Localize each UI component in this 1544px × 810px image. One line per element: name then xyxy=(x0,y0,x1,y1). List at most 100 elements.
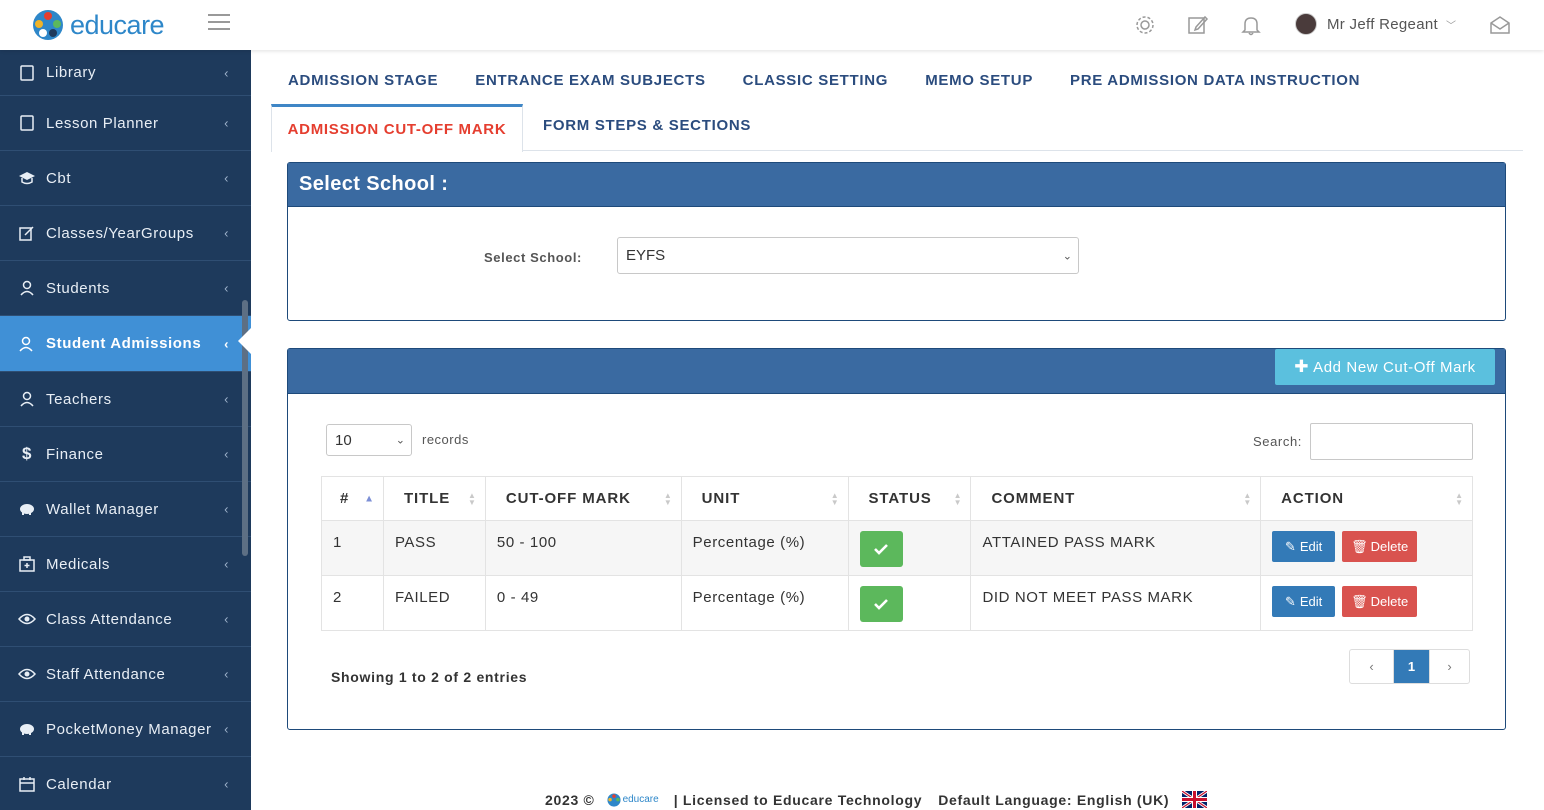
cell-comment: DID NOT MEET PASS MARK xyxy=(970,575,1262,631)
edit-button[interactable]: ✎ Edit xyxy=(1272,586,1336,617)
cell-action: ✎ Edit 🗑 Delete xyxy=(1260,575,1473,631)
chevron-down-icon: ⌄ xyxy=(395,434,405,447)
page-size-select[interactable]: 10 ⌄ xyxy=(326,424,412,456)
footer-license: | Licensed to Educare Technology xyxy=(673,791,923,808)
compose-icon[interactable] xyxy=(1187,14,1209,36)
sidebar-item-wallet-manager[interactable]: Wallet Manager ‹ xyxy=(0,482,251,537)
cell-status xyxy=(847,575,972,631)
inbox-envelope-icon[interactable] xyxy=(1489,14,1511,36)
notifications-bell-icon[interactable] xyxy=(1240,14,1262,36)
status-toggle-button[interactable] xyxy=(859,586,903,622)
sidebar-item-staff-attendance[interactable]: Staff Attendance ‹ xyxy=(0,647,251,702)
tab-admission-stage[interactable]: ADMISSION STAGE xyxy=(288,72,438,89)
sidebar-item-label: Medicals xyxy=(46,555,110,573)
book-icon xyxy=(17,113,37,133)
sidebar-item-library[interactable]: Library ‹ xyxy=(0,50,251,96)
sidebar-item-medicals[interactable]: Medicals ‹ xyxy=(0,537,251,592)
tab-form-steps-sections[interactable]: FORM STEPS & SECTIONS xyxy=(543,117,751,134)
cell-number: 2 xyxy=(321,575,384,631)
chevron-down-icon: ⌄ xyxy=(1062,250,1072,262)
sidebar-item-finance[interactable]: $ Finance ‹ xyxy=(0,427,251,482)
sidebar-item-student-admissions[interactable]: Student Admissions ‹ xyxy=(0,316,251,372)
school-select[interactable]: EYFS ⌄ xyxy=(617,237,1079,274)
tab-pre-admission-data-instruction[interactable]: PRE ADMISSION DATA INSTRUCTION xyxy=(1070,72,1360,89)
check-icon xyxy=(874,599,888,610)
edit-button[interactable]: ✎ Edit xyxy=(1272,531,1336,562)
eye-icon xyxy=(17,664,37,684)
sidebar-item-label: Finance xyxy=(46,445,104,463)
user-icon xyxy=(17,278,37,298)
cell-comment: ATTAINED PASS MARK xyxy=(970,520,1262,576)
uk-flag-icon[interactable] xyxy=(1181,789,1209,810)
top-header: educare Mr Jeff Regeant ﹀ xyxy=(0,0,1544,50)
footer: 2023 © educare | Licensed to Educare Tec… xyxy=(545,789,1209,810)
delete-button[interactable]: 🗑 Delete xyxy=(1342,531,1418,562)
pagination-prev[interactable]: ‹ xyxy=(1350,650,1393,683)
sidebar-item-lesson-planner[interactable]: Lesson Planner ‹ xyxy=(0,96,251,151)
chevron-left-icon: ‹ xyxy=(224,115,229,131)
settings-gear-icon[interactable] xyxy=(1134,14,1156,36)
sidebar-item-calendar[interactable]: Calendar ‹ xyxy=(0,757,251,810)
add-cutoff-mark-button[interactable]: ✚ Add New Cut-Off Mark xyxy=(1275,349,1495,385)
cell-cutoff-mark: 50 - 100 xyxy=(484,520,682,576)
sidebar-item-teachers[interactable]: Teachers ‹ xyxy=(0,372,251,427)
sidebar-item-label: PocketMoney Manager xyxy=(46,720,212,738)
column-header-number[interactable]: # ▲ xyxy=(321,476,384,521)
sidebar-item-label: Students xyxy=(46,279,111,297)
footer-year: 2023 © xyxy=(545,791,595,808)
column-header-unit[interactable]: UNIT ▲ ▼ xyxy=(680,476,849,521)
sidebar-item-classes[interactable]: Classes/YearGroups ‹ xyxy=(0,206,251,261)
sidebar: Library ‹ Lesson Planner ‹ Cbt ‹ Classes… xyxy=(0,50,251,810)
status-toggle-button[interactable] xyxy=(859,531,903,567)
sidebar-item-label: Wallet Manager xyxy=(46,500,159,518)
column-header-action[interactable]: ACTION ▲ ▼ xyxy=(1260,476,1473,521)
educare-logo-icon xyxy=(32,9,64,41)
chevron-left-icon: ‹ xyxy=(224,280,229,296)
footer-logo: educare xyxy=(607,792,659,807)
edit-icon: ✎ xyxy=(1284,538,1296,554)
chevron-down-icon: ﹀ xyxy=(1445,20,1457,32)
column-header-comment[interactable]: COMMENT ▲ ▼ xyxy=(970,476,1262,521)
tab-admission-cut-off-mark[interactable]: ADMISSION CUT-OFF MARK xyxy=(271,104,523,152)
tab-memo-setup[interactable]: MEMO SETUP xyxy=(925,72,1033,89)
sort-icon: ▲ ▼ xyxy=(953,490,963,507)
tab-classic-setting[interactable]: CLASSIC SETTING xyxy=(743,72,889,89)
cell-unit: Percentage (%) xyxy=(680,520,849,576)
chevron-left-icon: ‹ xyxy=(224,501,229,517)
chevron-left-icon: ‹ xyxy=(224,65,229,80)
sidebar-item-pocketmoney-manager[interactable]: PocketMoney Manager ‹ xyxy=(0,702,251,757)
sidebar-item-class-attendance[interactable]: Class Attendance ‹ xyxy=(0,592,251,647)
check-icon xyxy=(874,544,888,555)
delete-button[interactable]: 🗑 Delete xyxy=(1342,586,1418,617)
sort-icon: ▲ ▼ xyxy=(468,490,477,507)
tab-entrance-exam-subjects[interactable]: ENTRANCE EXAM SUBJECTS xyxy=(475,72,705,89)
column-header-title[interactable]: TITLE ▲ ▼ xyxy=(382,476,486,521)
search-input[interactable] xyxy=(1310,423,1473,460)
sidebar-item-cbt[interactable]: Cbt ‹ xyxy=(0,151,251,206)
book-icon xyxy=(17,63,37,83)
app-logo[interactable]: educare xyxy=(32,9,165,41)
table-header-row: # ▲ TITLE ▲ ▼ CUT-OFF MARK ▲ ▼ UNIT ▲ ▼ STA… xyxy=(321,476,1473,521)
panel-title: Select School : xyxy=(288,163,1505,207)
pagination-page-1[interactable]: 1 xyxy=(1393,650,1429,683)
sidebar-item-label: Calendar xyxy=(46,775,112,793)
user-menu[interactable]: Mr Jeff Regeant ﹀ xyxy=(1295,13,1456,35)
sidebar-item-label: Library xyxy=(46,64,97,81)
sidebar-item-students[interactable]: Students ‹ xyxy=(0,261,251,316)
school-select-value: EYFS xyxy=(626,247,666,264)
medical-kit-icon xyxy=(17,554,37,574)
sort-icon: ▲ ▼ xyxy=(1455,490,1464,507)
pagination-next[interactable]: › xyxy=(1429,650,1469,683)
table-row: 2 FAILED 0 - 49 Percentage (%) DID NOT M… xyxy=(321,575,1473,631)
logo-text: educare xyxy=(70,9,165,40)
chevron-left-icon: ‹ xyxy=(224,721,229,737)
eye-icon xyxy=(17,609,37,629)
piggy-bank-icon xyxy=(17,499,37,519)
column-header-status[interactable]: STATUS ▲ ▼ xyxy=(847,476,972,521)
cell-unit: Percentage (%) xyxy=(680,575,849,631)
menu-toggle-icon[interactable] xyxy=(208,14,230,32)
column-header-cutoff-mark[interactable]: CUT-OFF MARK ▲ ▼ xyxy=(484,476,682,521)
users-icon xyxy=(17,334,37,354)
users-icon xyxy=(17,389,37,409)
cell-cutoff-mark: 0 - 49 xyxy=(484,575,682,631)
